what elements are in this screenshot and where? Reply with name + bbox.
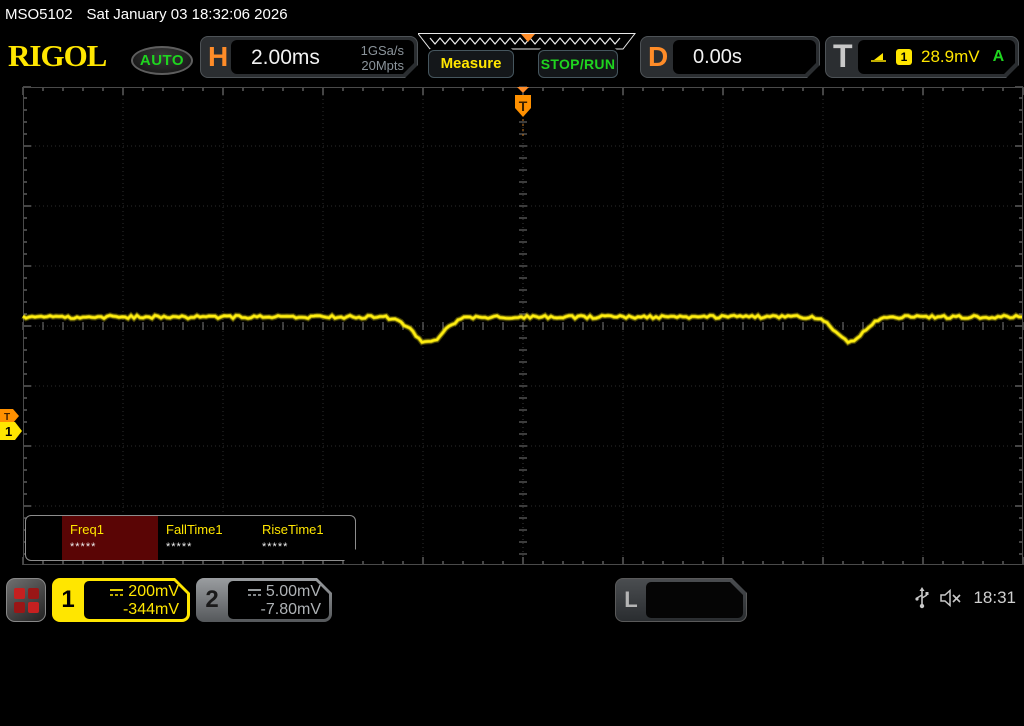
channel2-number: 2 [205, 586, 219, 613]
dc-coupling-icon [109, 588, 124, 597]
trigger-source-badge: 1 [896, 49, 912, 65]
measurement-label: FallTime1 [166, 522, 223, 537]
svg-text:T: T [519, 98, 528, 114]
delay-box[interactable]: D 0.00s [640, 36, 820, 78]
waveform-grid: TT1 [0, 86, 1024, 565]
grid-icon [13, 587, 25, 599]
model-name: MSO5102 [5, 6, 73, 23]
bottom-status-bar: 1 200mV -344mV 2 5.00mV -7.80mV L 0 1 2 … [0, 570, 1024, 630]
horizontal-label: H [208, 41, 229, 72]
timebase-value: 2.00ms [251, 46, 320, 69]
trigger-label: T [833, 38, 853, 74]
delay-value: 0.00s [693, 46, 742, 68]
channel1-button[interactable]: 1 200mV -344mV [52, 578, 190, 622]
channel2-button[interactable]: 2 5.00mV -7.80mV [196, 578, 332, 622]
channel1-info: 200mV -344mV [84, 581, 187, 619]
measurement-risetime1[interactable]: RiseTime1 ***** [254, 516, 350, 560]
date-time: Sat January 03 18:32:06 2026 [86, 6, 288, 23]
trigger-position-arrow [517, 87, 529, 93]
trigger-inner: 1 28.9mV A [858, 40, 1015, 74]
delay-label: D [648, 41, 669, 72]
measurement-value: ***** [262, 541, 289, 553]
measurement-panel[interactable]: Freq1 ***** FallTime1 ***** RiseTime1 **… [25, 515, 356, 561]
grid-icon [27, 587, 39, 599]
waveform-display[interactable]: TT1 [0, 86, 1024, 570]
digital-label: L [624, 587, 638, 612]
header-bar: RIGOL AUTO H 2.00ms 1GSa/s 20Mpts Measur… [0, 30, 1024, 86]
measurement-value: ***** [166, 541, 193, 553]
horizontal-inner: 2.00ms 1GSa/s 20Mpts [231, 40, 414, 74]
channel2-offset: -7.80mV [260, 601, 321, 618]
waveform-overview[interactable] [416, 33, 637, 50]
delay-inner: 0.00s [673, 40, 816, 74]
measurement-falltime1[interactable]: FallTime1 ***** [158, 516, 254, 560]
svg-text:T: T [4, 412, 10, 423]
channel1-scale: 200mV [128, 583, 179, 600]
speaker-muted-icon[interactable] [939, 588, 963, 608]
quick-menu-button[interactable] [6, 578, 46, 622]
trigger-box[interactable]: T 1 28.9mV A [825, 36, 1019, 78]
measurement-freq1[interactable]: Freq1 ***** [62, 516, 158, 560]
digital-row-2: 8 9 10 11 12 13 14 15 [646, 675, 746, 686]
channel2-scale: 5.00mV [265, 583, 321, 600]
digital-channel-list: 0 1 2 3 4 5 6 7 8 9 10 11 12 13 14 15 [646, 582, 743, 618]
clock: 18:31 [973, 588, 1016, 607]
svg-text:1: 1 [5, 424, 12, 439]
channel1-offset: -344mV [122, 601, 179, 618]
digital-channels-button[interactable]: L 0 1 2 3 4 5 6 7 8 9 10 11 12 13 14 15 [615, 578, 747, 622]
measure-button[interactable]: Measure [428, 50, 514, 78]
channel1-number: 1 [61, 586, 75, 613]
channel2-info: 5.00mV -7.80mV [228, 581, 329, 619]
sample-rate-value: 1GSa/s [360, 43, 404, 58]
usb-icon [915, 587, 929, 609]
waveform-overview-graphic [416, 33, 637, 50]
acquisition-mode-badge[interactable]: AUTO [131, 46, 193, 75]
grid-icon [27, 601, 39, 613]
dc-coupling-icon [247, 588, 262, 597]
grid-icon [13, 601, 25, 613]
measurement-label: Freq1 [70, 522, 104, 537]
memory-depth-value: 20Mpts [361, 58, 404, 73]
digital-row-1: 0 1 2 3 4 5 6 7 [661, 621, 728, 632]
measurement-label: RiseTime1 [262, 522, 324, 537]
trigger-level-value: 28.9mV [921, 47, 980, 66]
sample-rate: 1GSa/s 20Mpts [361, 43, 404, 73]
rising-edge-trigger-icon [870, 50, 887, 64]
trigger-sweep-mode: A [992, 48, 1005, 65]
measurement-value: ***** [70, 541, 97, 553]
rigol-logo: RIGOL [8, 38, 107, 73]
title-bar: MSO5102 Sat January 03 18:32:06 2026 [0, 0, 1024, 30]
horizontal-timebase-box[interactable]: H 2.00ms 1GSa/s 20Mpts [200, 36, 418, 78]
stop-run-button[interactable]: STOP/RUN [538, 50, 618, 78]
